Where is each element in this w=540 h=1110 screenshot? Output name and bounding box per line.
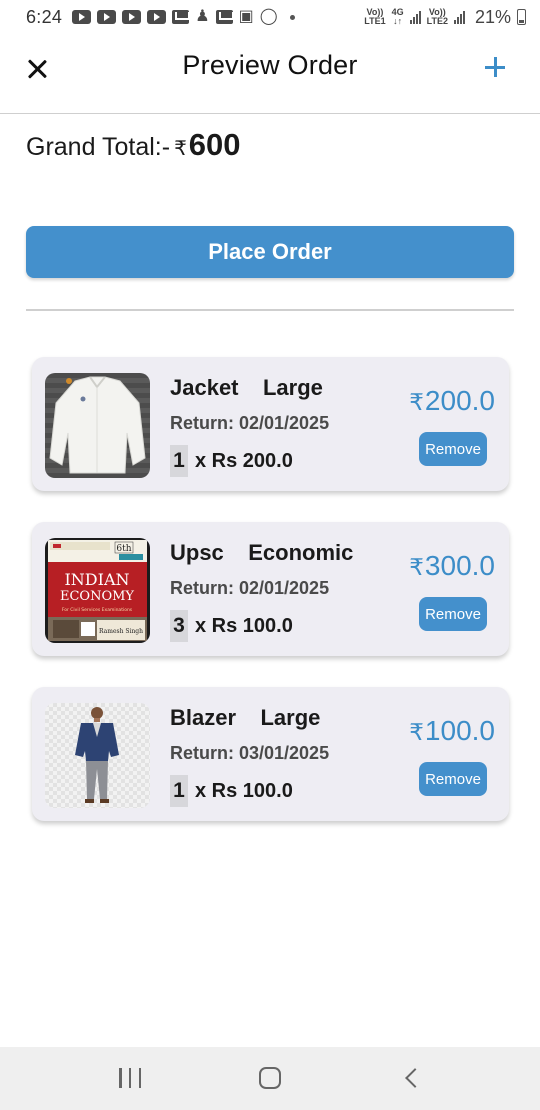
notification-icons: ♟ ▣ ◯ bbox=[72, 8, 295, 25]
order-item-card: Jacket Large Return: 02/01/2025 1 x Rs 2… bbox=[32, 357, 509, 491]
grand-total-label: Grand Total:- bbox=[26, 133, 171, 161]
more-notifications-dot bbox=[289, 14, 295, 20]
status-time: 6:24 bbox=[26, 6, 63, 27]
gmail-icon bbox=[172, 10, 190, 24]
item-unit-price: x Rs 100.0 bbox=[195, 779, 293, 802]
item-unit-price: x Rs 200.0 bbox=[195, 449, 293, 472]
item-total-price: ₹ 100.0 bbox=[409, 715, 495, 746]
item-return-date: Return: 03/01/2025 bbox=[170, 743, 330, 763]
book-author: Ramesh Singh bbox=[99, 628, 143, 635]
book-title-line2: ECONOMY bbox=[60, 589, 134, 604]
grand-total: Grand Total:- ₹ 600 bbox=[26, 127, 241, 163]
item-return-date: Return: 02/01/2025 bbox=[170, 413, 330, 433]
item-quantity: 3 bbox=[170, 610, 188, 642]
place-order-button[interactable]: Place Order bbox=[26, 226, 514, 278]
rupee-symbol: ₹ bbox=[174, 138, 187, 160]
system-nav-bar bbox=[0, 1047, 540, 1110]
item-total-price: ₹ 300.0 bbox=[409, 550, 495, 581]
item-unit-price: x Rs 100.0 bbox=[195, 614, 293, 637]
product-image-blazer bbox=[45, 703, 150, 808]
youtube-icon bbox=[97, 10, 117, 24]
item-name: Jacket Large bbox=[170, 375, 323, 400]
rupee-symbol: ₹ bbox=[409, 554, 424, 580]
item-quantity: 1 bbox=[170, 445, 188, 477]
remove-button[interactable]: Remove bbox=[419, 762, 487, 796]
order-item-card: 6th INDIAN ECONOMY For Civil Services Ex… bbox=[32, 522, 509, 656]
product-image-jacket bbox=[45, 373, 150, 478]
rupee-symbol: ₹ bbox=[409, 389, 424, 415]
data-type-label: 4G ↓↑ bbox=[391, 7, 404, 26]
item-return-date: Return: 02/01/2025 bbox=[170, 578, 330, 598]
item-quantity-line: 3 x Rs 100.0 bbox=[170, 610, 293, 642]
signal-icon bbox=[409, 10, 421, 24]
back-icon[interactable] bbox=[405, 1068, 425, 1088]
status-right: Vo)) LTE1 4G ↓↑ Vo)) LTE2 21% bbox=[364, 7, 526, 28]
product-image-book: 6th INDIAN ECONOMY For Civil Services Ex… bbox=[45, 538, 150, 643]
grand-total-amount: 600 bbox=[188, 127, 241, 162]
battery-percent: 21% bbox=[474, 6, 511, 27]
item-quantity-line: 1 x Rs 100.0 bbox=[170, 775, 293, 807]
status-bar: 6:24 ♟ ▣ ◯ Vo)) LTE1 4G ↓↑ Vo)) LTE2 21% bbox=[0, 0, 540, 34]
voicemail-icon: ▣ bbox=[238, 8, 254, 25]
book-title-line1: INDIAN bbox=[64, 570, 129, 589]
item-quantity-line: 1 x Rs 200.0 bbox=[170, 445, 293, 477]
divider bbox=[26, 309, 514, 311]
notification-app-icon: ♟ bbox=[195, 8, 210, 25]
remove-button[interactable]: Remove bbox=[419, 432, 487, 466]
youtube-icon bbox=[72, 10, 92, 24]
battery-icon bbox=[517, 9, 526, 25]
item-quantity: 1 bbox=[170, 775, 188, 807]
item-name: Blazer Large bbox=[170, 705, 321, 730]
gmail-icon bbox=[215, 10, 233, 24]
sim2-label: Vo)) LTE2 bbox=[426, 7, 448, 26]
youtube-icon bbox=[122, 10, 142, 24]
add-icon[interactable] bbox=[482, 54, 508, 80]
signal-icon bbox=[453, 10, 465, 24]
sim1-label: Vo)) LTE1 bbox=[364, 7, 386, 26]
whatsapp-icon: ◯ bbox=[259, 8, 278, 25]
svg-text:6th: 6th bbox=[116, 544, 131, 554]
order-item-card: Blazer Large Return: 03/01/2025 1 x Rs 1… bbox=[32, 687, 509, 821]
item-name: Upsc Economic bbox=[170, 540, 354, 565]
rupee-symbol: ₹ bbox=[409, 719, 424, 745]
recent-apps-icon[interactable] bbox=[119, 1068, 141, 1088]
item-total-price: ₹ 200.0 bbox=[409, 385, 495, 416]
remove-button[interactable]: Remove bbox=[419, 597, 487, 631]
book-subtitle: For Civil Services Examinations bbox=[62, 607, 133, 613]
home-icon[interactable] bbox=[259, 1067, 281, 1089]
app-bar: Preview Order bbox=[0, 34, 540, 114]
page-title: Preview Order bbox=[182, 50, 358, 80]
youtube-icon bbox=[147, 10, 167, 24]
